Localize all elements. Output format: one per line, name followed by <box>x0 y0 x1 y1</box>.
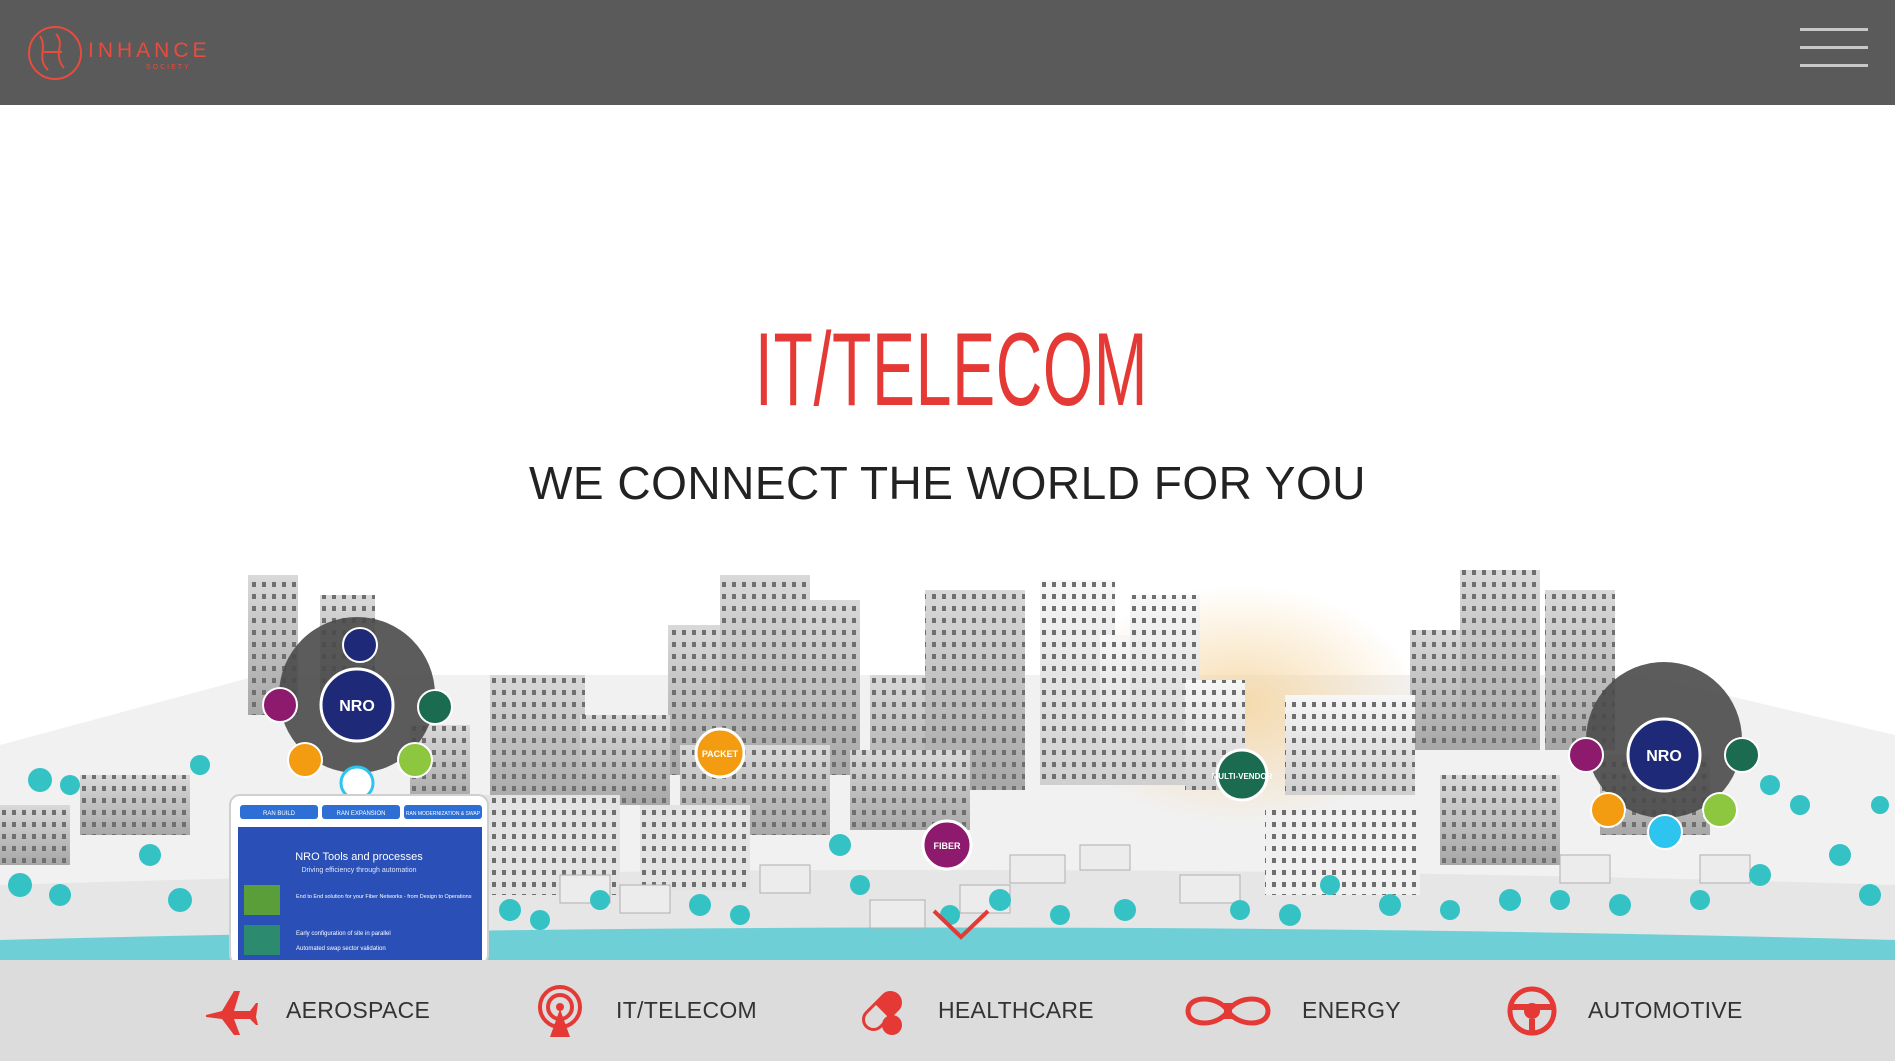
industry-nav: AEROSPACE IT/TELECOM HEALTHCARE ENERGY A… <box>0 960 1895 1061</box>
panel-row-1: End to End solution for your Fiber Netwo… <box>296 894 472 900</box>
brand-logo[interactable]: INHANCE SOCIETY <box>26 24 226 82</box>
top-bar: INHANCE SOCIETY <box>0 0 1895 105</box>
panel-tab-1: RAN BUILD <box>263 811 296 817</box>
menu-line <box>1800 46 1868 49</box>
infinity-plug-icon <box>1185 996 1271 1025</box>
nav-label-energy: ENERGY <box>1302 997 1401 1023</box>
page-title: IT/TELECOM <box>754 312 1149 428</box>
brand-sub: SOCIETY <box>146 64 191 71</box>
nro-left-label: NRO <box>339 698 375 715</box>
fiber-badge[interactable]: FIBER <box>921 819 973 871</box>
nav-label-aerospace: AEROSPACE <box>286 997 431 1023</box>
nav-item-healthcare[interactable]: HEALTHCARE <box>852 960 1094 1061</box>
fiber-badge-label: FIBER <box>934 841 962 851</box>
nav-label-automotive: AUTOMOTIVE <box>1588 997 1743 1023</box>
logo-mark-icon <box>28 26 82 80</box>
page-subtitle: WE CONNECT THE WORLD FOR YOU <box>529 457 1366 509</box>
panel-subtitle: Driving efficiency through automation <box>301 867 416 874</box>
nav-item-aerospace[interactable]: AEROSPACE <box>200 960 430 1061</box>
nav-label-it-telecom: IT/TELECOM <box>616 997 758 1023</box>
panel-tab-2: RAN EXPANSION <box>337 811 386 817</box>
packet-badge[interactable]: PACKET <box>694 727 746 779</box>
panel-tab-3: RAN MODERNIZATION & SWAP <box>406 811 481 817</box>
multivendor-badge-label: MULTI-VENDOR <box>1212 772 1273 781</box>
menu-line <box>1800 28 1868 31</box>
nro-right-label: NRO <box>1646 748 1682 765</box>
steering-wheel-icon <box>1507 986 1557 1035</box>
panel-row-3: Automated swap sector validation <box>296 946 386 952</box>
nav-label-healthcare: HEALTHCARE <box>938 997 1094 1023</box>
airplane-icon <box>206 990 258 1035</box>
antenna-icon <box>538 984 582 1037</box>
nav-item-automotive[interactable]: AUTOMOTIVE <box>1502 960 1743 1061</box>
nav-item-energy[interactable]: ENERGY <box>1180 960 1401 1061</box>
brand-name: INHANCE <box>88 39 211 62</box>
nro-tools-panel[interactable]: RAN BUILD RAN EXPANSION RAN MODERNIZATIO… <box>229 794 489 960</box>
pill-icon <box>862 990 902 1035</box>
city-illustration: NRO NRO PACKET MULTI-VENDOR FIBER RAN BU… <box>0 570 1895 960</box>
packet-badge-label: PACKET <box>702 749 739 759</box>
nav-item-it-telecom[interactable]: IT/TELECOM <box>530 960 757 1061</box>
panel-row-2: Early configuration of site in parallel <box>296 931 391 937</box>
menu-line <box>1800 64 1868 67</box>
hamburger-menu-icon[interactable] <box>1800 24 1870 72</box>
scroll-down-chevron-icon[interactable] <box>930 905 992 941</box>
panel-title: NRO Tools and processes <box>295 851 423 863</box>
